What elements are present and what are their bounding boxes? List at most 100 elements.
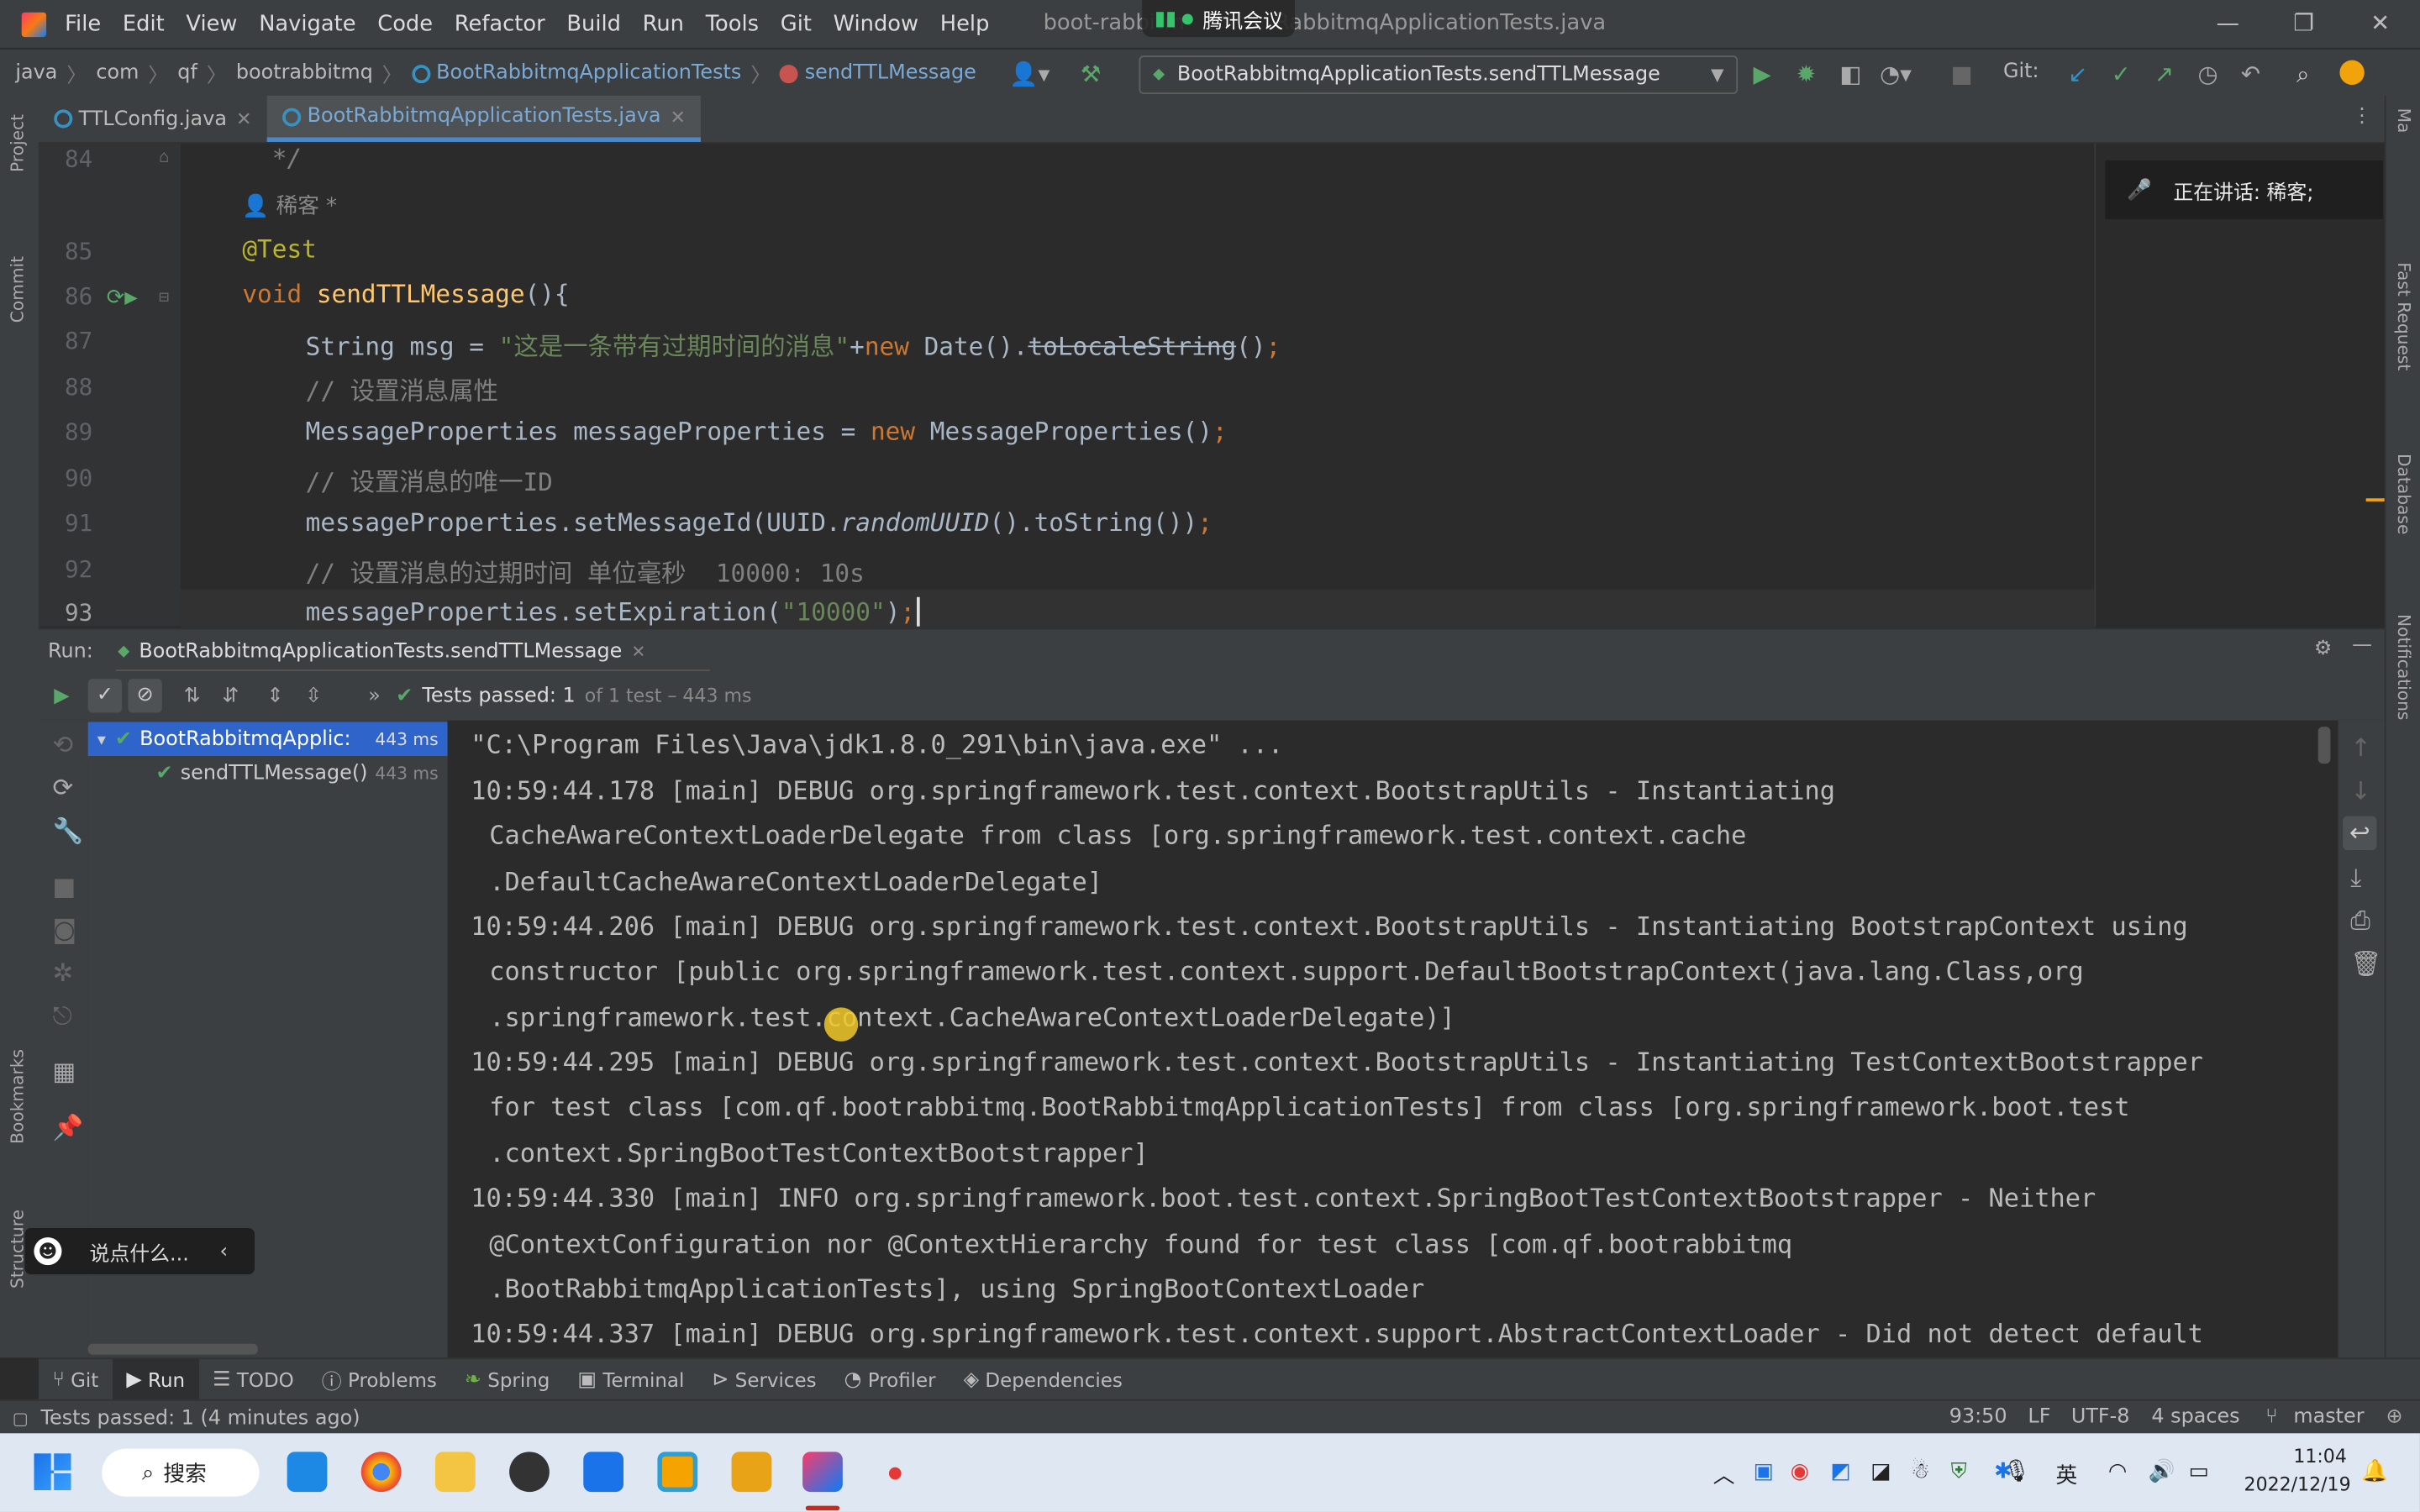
fold-icon[interactable]: ⊟ [159, 287, 169, 307]
restore-icon[interactable]: ❐ [2293, 9, 2314, 37]
menu-build[interactable]: Build [566, 12, 621, 36]
file-encoding[interactable]: UTF-8 [2071, 1405, 2130, 1429]
panel-toggle-icon[interactable]: ▢ [13, 1408, 29, 1428]
notification-bell-icon[interactable]: 🔔 [2361, 1460, 2388, 1484]
breadcrumb-item[interactable]: qf [177, 61, 197, 85]
show-passed-icon[interactable]: ✓ [87, 679, 123, 713]
user-icon[interactable]: 👤▾ [1009, 60, 1050, 88]
toggle-auto-test-icon[interactable]: ⟲ [52, 730, 73, 759]
tray-app-icon[interactable]: ◪ [1870, 1460, 1891, 1484]
tab-ttlconfig[interactable]: TTLConfig.java ✕ [39, 96, 267, 142]
vscode-icon[interactable] [287, 1452, 328, 1493]
run-tab-label[interactable]: BootRabbitmqApplicationTests.sendTTLMess… [139, 639, 622, 663]
menu-code[interactable]: Code [377, 12, 433, 36]
menu-view[interactable]: View [186, 12, 237, 36]
qq-icon[interactable]: ☃ [1911, 1460, 1930, 1484]
chevron-down-icon[interactable]: ▾ [97, 729, 106, 749]
rerun-icon[interactable]: ▶ [54, 685, 69, 708]
breadcrumb-item[interactable]: bootrabbitmq [236, 61, 373, 85]
horizontal-scrollbar[interactable] [87, 1343, 258, 1355]
meeting-indicator[interactable]: ▮▮ 腾讯会议 [1142, 0, 1296, 38]
git-update-icon[interactable]: ↙ [2068, 60, 2087, 88]
menu-refactor[interactable]: Refactor [455, 12, 545, 36]
sublime-icon[interactable] [731, 1452, 772, 1493]
tray-app-icon[interactable]: ◩ [1830, 1460, 1850, 1484]
intellij-taskbar-icon[interactable] [802, 1452, 843, 1493]
tab-bootrabbitmq-tests[interactable]: BootRabbitmqApplicationTests.java ✕ [266, 95, 702, 142]
fold-icon[interactable]: ⌂ [159, 146, 169, 166]
breadcrumb-item[interactable]: java [15, 61, 57, 85]
minimize-icon[interactable]: — [2217, 9, 2240, 37]
gear-icon[interactable]: ⚙ [2314, 638, 2332, 661]
history-icon[interactable]: ◷ [2197, 60, 2217, 88]
build-hammer-icon[interactable]: ⚒ [1081, 60, 1102, 88]
breadcrumb-item[interactable]: sendTTLMessage [805, 61, 976, 85]
tree-row-selected[interactable]: ▾ ✔ BootRabbitmqApplic: 443 ms [87, 722, 448, 756]
sort-duration-icon[interactable]: ⇵ [222, 685, 239, 708]
maven-tool-button[interactable]: Ma [2394, 108, 2414, 134]
recording-dot-icon[interactable] [888, 1467, 902, 1480]
indent-setting[interactable]: 4 spaces [2151, 1405, 2239, 1429]
git-branch[interactable]: master [2293, 1405, 2364, 1429]
tab-profiler[interactable]: ◔ Profiler [830, 1359, 950, 1401]
close-tab-icon[interactable]: ✕ [631, 641, 645, 661]
taskbar-search[interactable]: ⌕ 搜索 [102, 1448, 260, 1497]
menu-edit[interactable]: Edit [123, 12, 165, 36]
wifi-icon[interactable]: ◠ [2108, 1460, 2127, 1484]
run-test-gutter-icon[interactable]: ⟳▶ [107, 286, 138, 310]
notifications-tool-button[interactable]: Notifications [2394, 614, 2414, 720]
vertical-scrollbar[interactable] [2317, 727, 2331, 764]
sort-alpha-icon[interactable]: ⇅ [184, 685, 201, 708]
project-tool-button[interactable]: Project [8, 114, 28, 172]
tab-todo[interactable]: ☰ TODO [199, 1359, 308, 1401]
wrench-icon[interactable]: 🔧 [52, 816, 83, 846]
rollback-icon[interactable]: ↶ [2241, 60, 2260, 88]
arrow-up-icon[interactable]: ↑ [2350, 732, 2371, 762]
clock-date[interactable]: 2022/12/19 [2244, 1473, 2351, 1495]
update-icon[interactable] [2339, 60, 2365, 86]
run-configuration-select[interactable]: ◆ BootRabbitmqApplicationTests.sendTTLMe… [1139, 55, 1739, 95]
pin-icon[interactable]: 📌 [52, 1112, 83, 1142]
git-push-icon[interactable]: ↗ [2154, 60, 2174, 88]
stop-icon[interactable]: ■ [1951, 60, 1973, 88]
tab-run[interactable]: ▶ Run [112, 1359, 199, 1401]
menu-tools[interactable]: Tools [706, 12, 759, 36]
coverage-icon[interactable]: ◧ [1839, 60, 1861, 88]
menu-help[interactable]: Help [940, 12, 990, 36]
tab-spring[interactable]: ❧ Spring [450, 1359, 564, 1401]
file-explorer-icon[interactable] [434, 1452, 476, 1493]
chrome-icon[interactable] [360, 1452, 402, 1493]
tab-problems[interactable]: ⓘ Problems [308, 1359, 450, 1401]
tray-app-icon[interactable]: ▣ [1753, 1460, 1773, 1484]
input-method[interactable]: 英 [2055, 1460, 2077, 1491]
volume-icon[interactable]: 🔊 [2149, 1460, 2175, 1484]
stop-icon[interactable]: ■ [52, 872, 76, 901]
tab-dependencies[interactable]: ◈ Dependencies [950, 1359, 1136, 1401]
menu-navigate[interactable]: Navigate [259, 12, 355, 36]
expand-all-icon[interactable]: ⇕ [266, 685, 283, 708]
more-icon[interactable]: » [368, 685, 381, 708]
tree-row[interactable]: ✔ sendTTLMessage() 443 ms [88, 756, 448, 790]
shield-icon[interactable]: ⛨ [1951, 1460, 1967, 1484]
breadcrumb-item[interactable]: BootRabbitmqApplicationTests [436, 61, 741, 85]
photos-icon[interactable] [583, 1452, 624, 1493]
commit-tool-button[interactable]: Commit [8, 256, 28, 323]
run-icon[interactable]: ▶ [1753, 60, 1770, 88]
search-icon[interactable]: ⌕ [2296, 60, 2309, 88]
windows-start-icon[interactable] [34, 1453, 71, 1491]
chevron-up-icon[interactable]: ︿ [1713, 1460, 1735, 1491]
settings-icon[interactable]: ✲ [52, 958, 73, 988]
exit-icon[interactable]: ⎋ [52, 1001, 71, 1032]
tab-terminal[interactable]: ▣ Terminal [564, 1359, 698, 1401]
scroll-to-end-icon[interactable]: ⤓ [2350, 863, 2361, 894]
status-message[interactable]: Tests passed: 1 (4 minutes ago) [41, 1406, 360, 1430]
collapse-all-icon[interactable]: ⇳ [305, 685, 322, 708]
app-icon[interactable] [657, 1452, 698, 1493]
database-tool-button[interactable]: Database [2394, 454, 2414, 534]
console-output[interactable]: "C:\Program Files\Java\jdk1.8.0_291\bin\… [447, 720, 2338, 1358]
trash-icon[interactable]: 🗑 [2350, 949, 2381, 979]
close-tab-icon[interactable]: ✕ [671, 106, 686, 128]
restore-layout-icon[interactable]: ⟳ [52, 773, 73, 802]
line-separator[interactable]: LF [2028, 1405, 2050, 1429]
debug-icon[interactable]: ✹ [1797, 60, 1816, 88]
